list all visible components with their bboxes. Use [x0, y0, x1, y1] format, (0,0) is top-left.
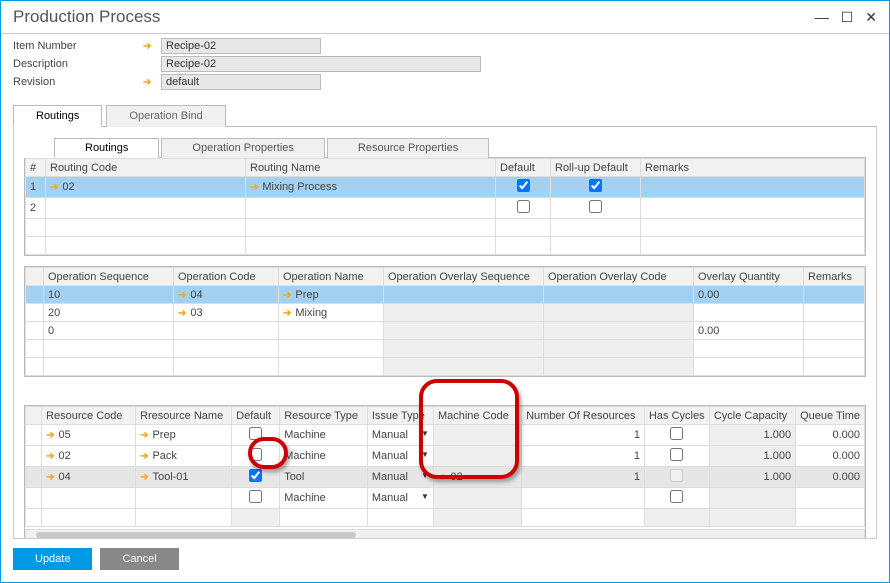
arrow-icon: ➔ [140, 430, 148, 441]
arrow-icon: ➔ [46, 472, 54, 483]
col-default: Default [496, 159, 551, 177]
col-num: # [26, 159, 46, 177]
update-button[interactable]: Update [13, 548, 92, 570]
description-field[interactable] [161, 56, 481, 72]
minimize-icon[interactable]: — [815, 9, 829, 26]
main-tabs: Routings Operation Bind [13, 104, 877, 127]
arrow-icon: ➔ [50, 182, 58, 193]
col-ov-seq: Operation Overlay Sequence [384, 268, 544, 286]
tab-routings[interactable]: Routings [13, 105, 102, 127]
maximize-icon[interactable]: ☐ [841, 9, 854, 26]
table-row[interactable]: ➔05 ➔Prep Machine Manual▼ 1 1.000 0.000 [26, 425, 865, 446]
dropdown-icon[interactable]: ▼ [421, 429, 429, 438]
arrow-icon: ➔ [140, 451, 148, 462]
col-issue-type: Issue Type [367, 407, 433, 425]
item-number-field[interactable] [161, 38, 321, 54]
arrow-icon: ➔ [143, 77, 161, 88]
operations-table[interactable]: Operation Sequence Operation Code Operat… [25, 267, 865, 376]
subtab-operation-properties[interactable]: Operation Properties [161, 138, 325, 158]
col-routing-code: Routing Code [46, 159, 246, 177]
col-cycle-cap: Cycle Capacity [709, 407, 795, 425]
arrow-icon: ➔ [438, 472, 446, 483]
subtab-resource-properties[interactable]: Resource Properties [327, 138, 489, 158]
window-controls: — ☐ ✕ [815, 9, 877, 26]
col-ov-code: Operation Overlay Code [544, 268, 694, 286]
col-routing-name: Routing Name [246, 159, 496, 177]
close-icon[interactable]: ✕ [865, 9, 877, 26]
col-res-name: Rresource Name [136, 407, 232, 425]
default-checkbox[interactable] [249, 427, 262, 440]
table-row[interactable]: 0 0.00 [26, 322, 865, 340]
routings-panel: Routings Operation Properties Resource P… [13, 127, 877, 539]
table-row[interactable]: ➔02 ➔Pack Machine Manual▼ 1 1.000 0.000 [26, 446, 865, 467]
arrow-icon: ➔ [178, 290, 186, 301]
col-remarks: Remarks [804, 268, 865, 286]
table-row[interactable]: Machine Manual▼ [26, 488, 865, 509]
table-row[interactable]: 1 ➔02 ➔Mixing Process [26, 177, 865, 198]
table-row[interactable]: 2 [26, 198, 865, 219]
arrow-icon: ➔ [46, 430, 54, 441]
table-row[interactable]: ➔04 ➔Tool-01 Tool Manual▼ ➔02 1 1.000 0.… [26, 467, 865, 488]
arrow-icon: ➔ [143, 41, 161, 52]
col-remarks: Remarks [641, 159, 865, 177]
cycles-checkbox[interactable] [670, 490, 683, 503]
tab-operation-bind[interactable]: Operation Bind [106, 105, 225, 127]
sub-tabs: Routings Operation Properties Resource P… [54, 137, 866, 158]
col-op-code: Operation Code [174, 268, 279, 286]
arrow-icon: ➔ [46, 451, 54, 462]
cycles-checkbox[interactable] [670, 427, 683, 440]
default-checkbox[interactable] [249, 469, 262, 482]
arrow-icon: ➔ [250, 182, 258, 193]
arrow-icon: ➔ [283, 308, 291, 319]
col-num-res: Number Of Resources [522, 407, 645, 425]
table-row[interactable]: 10 ➔04 ➔Prep 0.00 [26, 286, 865, 304]
col-res-code: Resource Code [42, 407, 136, 425]
horizontal-scrollbar[interactable] [25, 529, 865, 539]
rollup-checkbox[interactable] [589, 200, 602, 213]
col-res-default: Default [232, 407, 280, 425]
col-has-cycles: Has Cycles [644, 407, 709, 425]
titlebar: Production Process — ☐ ✕ [1, 1, 889, 34]
table-row[interactable]: 20 ➔03 ➔Mixing [26, 304, 865, 322]
arrow-icon: ➔ [178, 308, 186, 319]
description-label: Description [13, 58, 143, 70]
col-rollup: Roll-up Default [551, 159, 641, 177]
default-checkbox[interactable] [249, 490, 262, 503]
cycles-checkbox[interactable] [670, 469, 683, 482]
default-checkbox[interactable] [249, 448, 262, 461]
cancel-button[interactable]: Cancel [100, 548, 178, 570]
default-checkbox[interactable] [517, 200, 530, 213]
revision-label: Revision [13, 76, 143, 88]
dropdown-icon[interactable]: ▼ [421, 492, 429, 501]
window-title: Production Process [13, 7, 160, 27]
arrow-icon: ➔ [140, 472, 148, 483]
header-form: Item Number ➔ Description Revision ➔ [1, 34, 889, 98]
col-op-name: Operation Name [279, 268, 384, 286]
dropdown-icon[interactable]: ▼ [421, 471, 429, 480]
revision-field[interactable] [161, 74, 321, 90]
col-op-seq: Operation Sequence [44, 268, 174, 286]
col-queue-time: Queue Time [796, 407, 865, 425]
arrow-icon: ➔ [283, 290, 291, 301]
resources-table[interactable]: Resource Code Rresource Name Default Res… [25, 406, 865, 527]
item-number-label: Item Number [13, 40, 143, 52]
default-checkbox[interactable] [517, 179, 530, 192]
cycles-checkbox[interactable] [670, 448, 683, 461]
routings-table[interactable]: # Routing Code Routing Name Default Roll… [25, 158, 865, 255]
subtab-routings[interactable]: Routings [54, 138, 159, 158]
rollup-checkbox[interactable] [589, 179, 602, 192]
col-ov-qty: Overlay Quantity [694, 268, 804, 286]
col-machine-code: Machine Code [433, 407, 521, 425]
dropdown-icon[interactable]: ▼ [421, 450, 429, 459]
footer-buttons: Update Cancel [13, 548, 179, 570]
col-res-type: Resource Type [280, 407, 368, 425]
